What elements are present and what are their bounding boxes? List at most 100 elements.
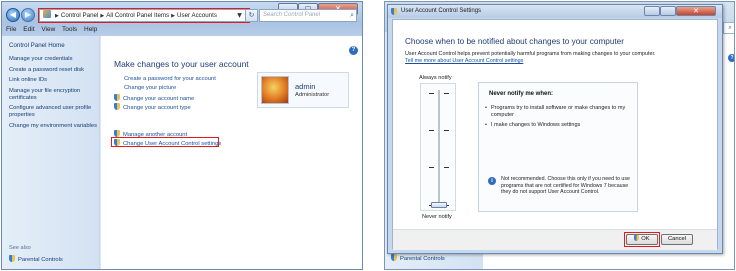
uac-titlebar: User Account Control Settings ✕ — [388, 5, 722, 18]
shield-icon — [634, 235, 640, 241]
slider-tick — [429, 93, 434, 94]
slider-top-label: Always notify — [419, 75, 452, 81]
shield-icon — [391, 254, 397, 261]
forward-arrow-icon: ▶ — [24, 10, 32, 19]
address-dropdown-icon[interactable]: ▼ — [235, 10, 244, 21]
menu-file[interactable]: File — [6, 26, 16, 33]
sidebar-link-credentials[interactable]: Manage your credentials — [9, 56, 99, 63]
sidebar-link-online-ids[interactable]: Link online IDs — [9, 77, 99, 84]
user-role: Administrator — [295, 92, 330, 98]
parental-controls-link[interactable]: Parental Controls — [9, 255, 63, 263]
cancel-button[interactable]: Cancel — [661, 234, 693, 245]
ok-label: OK — [641, 236, 650, 242]
user-name: admin — [295, 82, 316, 91]
uac-heading: Choose when to be notified about changes… — [405, 37, 624, 46]
background-help-icon: ? — [728, 54, 734, 62]
slider-tick — [429, 167, 434, 168]
info-icon: i — [488, 177, 496, 185]
menu-bar: File Edit View Tools Help — [2, 24, 362, 36]
task-label: Change your account type — [123, 105, 191, 111]
sidebar-home-link[interactable]: Control Panel Home — [9, 42, 99, 49]
breadcrumb-arrow-icon: ▶ — [55, 13, 59, 19]
address-bar[interactable]: ▶ Control Panel ▶ All Control Panel Items ▶ U… — [39, 9, 249, 22]
shield-icon — [391, 8, 397, 15]
task-create-password[interactable]: Create a password for your account — [124, 76, 216, 82]
sidebar-link-env-vars[interactable]: Change my environment variables — [9, 123, 99, 130]
menu-view[interactable]: View — [41, 26, 55, 33]
refresh-button[interactable]: ↻ — [245, 9, 258, 22]
slider-tick — [429, 130, 434, 131]
slider-track — [438, 90, 440, 206]
sidebar-link-encryption[interactable]: Manage your file encryption certificates — [9, 88, 99, 102]
parental-controls-label: Parental Controls — [18, 257, 63, 263]
task-change-type[interactable]: Change your account type — [114, 103, 191, 111]
search-icon[interactable]: ⌕ — [350, 10, 354, 21]
uac-screen: ⌕ ? Parental Controls User Account Contr… — [384, 1, 735, 270]
menu-help[interactable]: Help — [84, 26, 97, 33]
back-arrow-icon: ◀ — [9, 10, 17, 19]
sidebar-link-profile[interactable]: Configure advanced user profile properti… — [9, 105, 99, 119]
see-also-label: See also — [9, 245, 31, 251]
main-panel: ? Make changes to your user account Crea… — [101, 36, 362, 269]
parental-controls-label: Parental Controls — [400, 256, 445, 262]
ok-button[interactable]: OK — [626, 234, 658, 245]
shield-icon — [114, 130, 120, 137]
background-parental-controls: Parental Controls — [391, 254, 445, 262]
close-icon: ✕ — [693, 7, 699, 15]
shield-icon — [114, 139, 120, 146]
back-button[interactable]: ◀ — [6, 8, 20, 22]
page-title: Make changes to your user account — [114, 59, 249, 69]
search-input[interactable]: Search Control Panel ⌕ — [259, 9, 357, 22]
close-button[interactable]: ✕ — [676, 6, 716, 16]
help-icon[interactable]: ? — [349, 46, 358, 55]
notification-description-panel: Never notify me when: Programs try to in… — [478, 82, 638, 212]
sidebar: Control Panel Home Manage your credentia… — [2, 36, 100, 269]
shield-icon — [9, 255, 15, 262]
control-panel-titlebar: – □ ✕ ◀ ▶ ▶Control Panel▶All Control Pan… — [2, 2, 362, 36]
panel-bullet: I make changes to Windows settings — [485, 122, 626, 129]
breadcrumb-arrow-icon: ▶ — [171, 13, 176, 19]
task-change-name[interactable]: Change your account name — [114, 94, 195, 102]
panel-title: Never notify me when: — [489, 91, 554, 97]
task-uac-settings[interactable]: Change User Account Control settings — [114, 139, 222, 147]
menu-tools[interactable]: Tools — [62, 26, 77, 33]
breadcrumb-user-accounts[interactable]: User Accounts — [177, 12, 217, 19]
control-panel-window: – □ ✕ ◀ ▶ ▶Control Panel▶All Control Pan… — [1, 1, 363, 270]
uac-dialog: User Account Control Settings ✕ Choose w… — [387, 4, 723, 254]
uac-description: User Account Control helps prevent poten… — [405, 51, 656, 57]
user-card: admin Administrator — [257, 72, 349, 108]
breadcrumb-all-items[interactable]: All Control Panel Items — [106, 12, 169, 19]
task-manage-another[interactable]: Manage another account — [114, 130, 188, 138]
panel-bullet: Programs try to install software or make… — [485, 105, 626, 119]
slider-tick — [444, 167, 449, 168]
uac-slider[interactable] — [420, 83, 456, 211]
shield-icon — [114, 103, 120, 110]
breadcrumb-control-panel[interactable]: Control Panel — [61, 12, 99, 19]
search-placeholder: Search Control Panel — [263, 12, 321, 18]
breadcrumb-arrow-icon: ▶ — [100, 13, 105, 19]
maximize-button[interactable] — [660, 6, 676, 16]
background-search-icon: ⌕ — [723, 22, 734, 34]
control-panel-content: Control Panel Home Manage your credentia… — [2, 36, 362, 269]
slider-tick — [444, 93, 449, 94]
shield-icon — [114, 94, 120, 101]
panel-note: Not recommended. Choose this only if you… — [501, 176, 630, 195]
slider-thumb[interactable] — [431, 202, 447, 208]
tell-me-more-link[interactable]: Tell me more about User Account Control … — [405, 58, 523, 64]
refresh-icon: ↻ — [248, 11, 255, 19]
sidebar-link-reset-disk[interactable]: Create a password reset disk — [9, 67, 99, 74]
task-label: Change User Account Control settings — [123, 141, 222, 147]
slider-bottom-label: Never notify — [422, 214, 452, 220]
slider-tick — [444, 130, 449, 131]
menu-edit[interactable]: Edit — [23, 26, 34, 33]
task-change-picture[interactable]: Change your picture — [124, 85, 176, 91]
cancel-label: Cancel — [667, 236, 687, 242]
control-panel-icon — [43, 10, 51, 18]
forward-button[interactable]: ▶ — [21, 8, 35, 22]
avatar — [261, 76, 289, 104]
uac-body: Choose when to be notified about changes… — [392, 19, 718, 250]
dialog-title: User Account Control Settings — [401, 8, 482, 14]
minimize-button[interactable] — [644, 6, 660, 16]
task-label: Change your account name — [123, 96, 195, 102]
task-label: Manage another account — [123, 132, 188, 138]
